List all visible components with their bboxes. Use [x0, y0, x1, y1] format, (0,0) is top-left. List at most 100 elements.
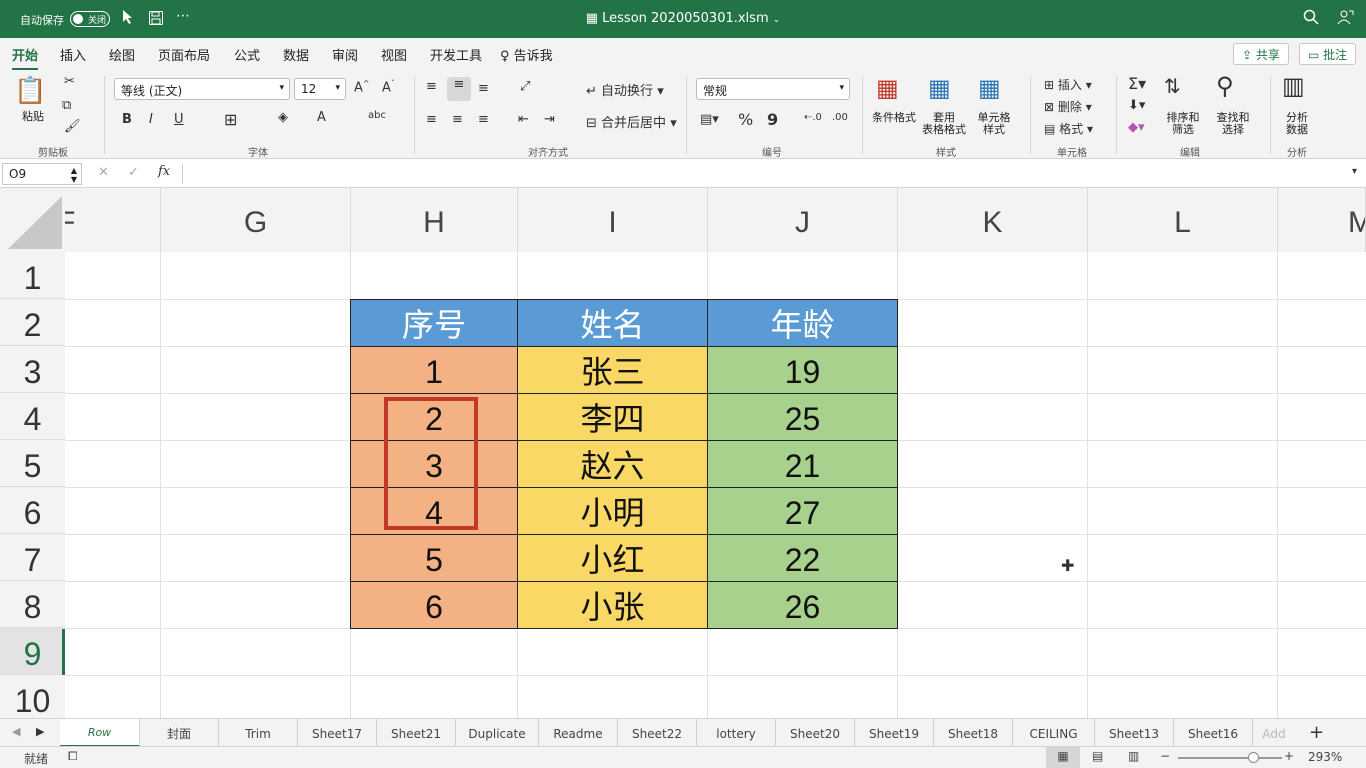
align-left-icon[interactable]: ≡	[426, 112, 437, 127]
normal-view-icon[interactable]: ▦	[1046, 747, 1080, 768]
expand-formula-icon[interactable]: ▾	[1352, 166, 1357, 177]
format-painter-icon[interactable]: 🖌	[64, 119, 81, 134]
increase-indent-icon[interactable]: ⇥	[544, 112, 555, 127]
cancel-icon[interactable]: ✕	[98, 165, 109, 180]
column-header-j[interactable]: J	[708, 188, 898, 252]
table-cell[interactable]: 小明	[517, 487, 708, 535]
enter-icon[interactable]: ✓	[128, 165, 139, 180]
zoom-slider[interactable]	[1178, 757, 1282, 759]
cell-styles-label[interactable]: 单元格 样式	[976, 112, 1012, 136]
find-select-label[interactable]: 查找和 选择	[1214, 112, 1252, 136]
sheet-tab[interactable]: Sheet20	[776, 719, 855, 747]
format-as-table-icon[interactable]: ▦	[928, 74, 951, 102]
tab-review[interactable]: 审阅	[332, 45, 358, 64]
zoom-slider-thumb[interactable]	[1248, 752, 1259, 763]
tab-formulas[interactable]: 公式	[234, 45, 260, 64]
orientation-icon[interactable]: ⤢	[520, 79, 530, 94]
add-sheet-icon[interactable]: +	[1309, 722, 1324, 743]
sheet-tab[interactable]: Trim	[219, 719, 298, 747]
table-cell[interactable]: 小红	[517, 534, 708, 582]
format-cells-button[interactable]: ▤ 格式 ▾	[1044, 120, 1093, 137]
fill-color-icon[interactable]: ◈	[278, 110, 288, 125]
column-header-m[interactable]: M	[1278, 188, 1366, 252]
tell-me[interactable]: ♀ 告诉我	[500, 45, 553, 64]
format-as-table-label[interactable]: 套用 表格格式	[922, 112, 966, 136]
conditional-format-label[interactable]: 条件格式	[872, 112, 916, 124]
sheet-tab-row[interactable]: Row	[60, 719, 140, 747]
tab-data[interactable]: 数据	[283, 45, 309, 64]
table-cell[interactable]: 21	[707, 440, 898, 488]
table-cell[interactable]: 25	[707, 393, 898, 441]
sheet-tab[interactable]: Sheet13	[1095, 719, 1174, 747]
sort-filter-label[interactable]: 排序和 筛选	[1164, 112, 1202, 136]
formula-input[interactable]	[190, 166, 1330, 184]
increase-font-icon[interactable]: A^	[354, 79, 370, 95]
column-header-h[interactable]: H	[351, 188, 518, 252]
row-header-9[interactable]: 9	[0, 628, 65, 675]
delete-cells-button[interactable]: ⊠ 删除 ▾	[1044, 98, 1092, 115]
font-size-select[interactable]: 12 ▾	[294, 78, 346, 100]
tab-home[interactable]: 开始	[12, 45, 39, 71]
share-person-icon[interactable]	[1337, 9, 1355, 29]
insert-function-icon[interactable]: fx	[158, 164, 170, 179]
align-center-icon[interactable]: ≡	[452, 112, 463, 127]
table-cell[interactable]: 22	[707, 534, 898, 582]
fill-icon[interactable]: ⬇▾	[1128, 98, 1145, 113]
clear-icon[interactable]: ◆▾	[1128, 120, 1145, 135]
table-cell[interactable]: 19	[707, 346, 898, 394]
table-cell[interactable]: 小张	[517, 581, 708, 629]
merge-center-button[interactable]: ⊟ 合并后居中 ▾	[586, 112, 677, 131]
tab-page-layout[interactable]: 页面布局	[158, 45, 210, 64]
name-box[interactable]: O9 ▲ ▼	[2, 163, 82, 185]
zoom-level[interactable]: 293%	[1308, 750, 1342, 764]
copy-icon[interactable]: ⧉	[62, 98, 71, 113]
table-cell[interactable]: 1	[350, 346, 518, 394]
sheet-tab[interactable]: Readme	[539, 719, 618, 747]
conditional-format-icon[interactable]: ▦	[876, 74, 899, 102]
sheet-tab[interactable]: Sheet21	[377, 719, 456, 747]
column-header-l[interactable]: L	[1088, 188, 1278, 252]
row-header-5[interactable]: 5	[0, 440, 65, 487]
phonetic-icon[interactable]: abc	[368, 110, 386, 121]
row-header-10[interactable]: 10	[0, 675, 65, 718]
align-bottom-icon[interactable]: ≡	[478, 81, 489, 96]
sheet-tab[interactable]: Sheet18	[934, 719, 1013, 747]
underline-button[interactable]: U	[174, 112, 184, 127]
analyze-data-icon[interactable]: ▥	[1282, 72, 1305, 100]
table-cell[interactable]: 6	[350, 581, 518, 629]
row-header-8[interactable]: 8	[0, 581, 65, 628]
sheet-tab[interactable]: 封面	[140, 719, 219, 747]
sheet-tab[interactable]: Sheet16	[1174, 719, 1253, 747]
table-cell[interactable]: 27	[707, 487, 898, 535]
align-middle-icon[interactable]: ≡	[447, 77, 471, 101]
column-header-f[interactable]: F	[65, 188, 161, 252]
bold-button[interactable]: B	[122, 112, 132, 127]
zoom-in-button[interactable]: +	[1284, 749, 1294, 763]
page-layout-view-icon[interactable]: ▤	[1092, 749, 1103, 763]
document-title[interactable]: Lesson 2020050301.xlsm	[602, 11, 768, 26]
column-header-i[interactable]: I	[518, 188, 708, 252]
paste-icon[interactable]: 📋	[14, 76, 46, 106]
column-header-k[interactable]: K	[898, 188, 1088, 252]
sheet-tab[interactable]: Add	[1253, 719, 1295, 747]
sheet-tab[interactable]: Duplicate	[456, 719, 539, 747]
page-break-view-icon[interactable]: ▥	[1128, 749, 1139, 763]
decrease-indent-icon[interactable]: ⇤	[518, 112, 529, 127]
table-header-cell[interactable]: 姓名	[517, 299, 708, 347]
increase-decimal-icon[interactable]: ⇠.0	[804, 112, 822, 123]
table-header-cell[interactable]: 年龄	[707, 299, 898, 347]
sheet-tab[interactable]: lottery	[697, 719, 776, 747]
tab-scroll-left-icon[interactable]: ◀	[12, 725, 20, 738]
table-cell[interactable]: 张三	[517, 346, 708, 394]
cell-styles-icon[interactable]: ▦	[978, 74, 1001, 102]
font-name-select[interactable]: 等线 (正文) ▾	[114, 78, 290, 100]
comma-button[interactable]: 9	[767, 110, 778, 129]
select-all-corner[interactable]	[0, 188, 65, 252]
column-header-g[interactable]: G	[161, 188, 351, 252]
percent-button[interactable]: %	[738, 110, 753, 129]
sheet-tab[interactable]: CEILING	[1013, 719, 1095, 747]
decrease-decimal-icon[interactable]: .00	[832, 112, 848, 123]
table-cell[interactable]: 李四	[517, 393, 708, 441]
tab-view[interactable]: 视图	[381, 45, 407, 64]
sort-filter-icon[interactable]: ⇅	[1164, 74, 1181, 98]
